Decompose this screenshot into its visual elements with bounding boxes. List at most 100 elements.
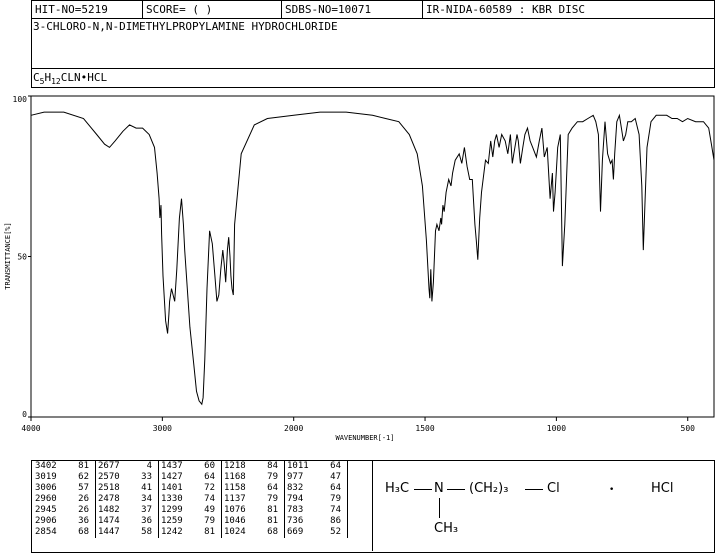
peak-transmittance: 33 bbox=[126, 472, 159, 483]
peak-transmittance: 84 bbox=[252, 461, 285, 472]
peak-transmittance: 74 bbox=[189, 494, 222, 505]
spectrum-line bbox=[30, 111, 715, 406]
x-tick-label: 2000 bbox=[284, 424, 303, 433]
table-row: 2906 36 1474 36 1259 79 1046 81 736 86 bbox=[33, 516, 348, 527]
peak-transmittance: 62 bbox=[63, 472, 96, 483]
peak-transmittance: 81 bbox=[252, 505, 285, 516]
peak-transmittance: 79 bbox=[252, 472, 285, 483]
peak-wavenumber: 1137 bbox=[224, 494, 246, 504]
ir-spectrum-chart: 100500 4000 3000 2000 1500 1000 500 TRANSMITT… bbox=[4, 95, 715, 442]
table-row: 2945 26 1482 37 1299 49 1076 81 783 74 bbox=[33, 505, 348, 516]
peak-wavenumber: 669 bbox=[287, 527, 304, 537]
peak-transmittance: 26 bbox=[63, 505, 96, 516]
y-axis-label: TRANSMITTANCE[%] bbox=[4, 222, 12, 289]
peak-wavenumber: 1046 bbox=[224, 516, 246, 526]
x-axis-label: WAVENUMBER[-1] bbox=[335, 434, 394, 442]
peak-wavenumber: 1447 bbox=[98, 527, 120, 537]
peak-wavenumber: 2906 bbox=[35, 516, 57, 526]
peak-transmittance: 60 bbox=[189, 461, 222, 472]
peak-wavenumber: 2518 bbox=[98, 483, 120, 493]
bond bbox=[439, 498, 440, 518]
peak-transmittance: 52 bbox=[315, 527, 348, 538]
peak-transmittance: 47 bbox=[315, 472, 348, 483]
peak-transmittance: 64 bbox=[252, 483, 285, 494]
peak-wavenumber: 1218 bbox=[224, 461, 246, 471]
table-row: 2960 26 2478 34 1330 74 1137 79 794 79 bbox=[33, 494, 348, 505]
peak-transmittance: 26 bbox=[63, 494, 96, 505]
nitrogen-atom: N bbox=[434, 481, 444, 496]
peak-wavenumber: 2854 bbox=[35, 527, 57, 537]
peak-transmittance: 64 bbox=[315, 483, 348, 494]
peak-wavenumber: 1076 bbox=[224, 505, 246, 515]
peak-wavenumber: 783 bbox=[287, 505, 304, 515]
peak-transmittance: 74 bbox=[315, 505, 348, 516]
bond bbox=[447, 489, 465, 490]
peak-transmittance: 68 bbox=[63, 527, 96, 538]
bond bbox=[525, 489, 543, 490]
peak-transmittance: 79 bbox=[252, 494, 285, 505]
peak-wavenumber: 794 bbox=[287, 494, 304, 504]
peak-wavenumber: 1024 bbox=[224, 527, 246, 537]
peak-wavenumber: 1168 bbox=[224, 472, 246, 482]
peak-wavenumber: 2960 bbox=[35, 494, 57, 504]
methyl-group: H₃C bbox=[385, 481, 410, 496]
peak-wavenumber: 1330 bbox=[161, 494, 183, 504]
peak-transmittance: 57 bbox=[63, 483, 96, 494]
peak-wavenumber: 1011 bbox=[287, 461, 309, 471]
peak-transmittance: 81 bbox=[189, 527, 222, 538]
peak-wavenumber: 1482 bbox=[98, 505, 120, 515]
table-row: 3019 62 2570 33 1427 64 1168 79 977 47 bbox=[33, 472, 348, 483]
peak-transmittance: 81 bbox=[252, 516, 285, 527]
peak-transmittance: 58 bbox=[126, 527, 159, 538]
table-row: 3402 81 2677 4 1437 60 1218 84 1011 64 bbox=[33, 461, 348, 472]
peak-wavenumber: 832 bbox=[287, 483, 304, 493]
peak-wavenumber: 3019 bbox=[35, 472, 57, 482]
peak-transmittance: 36 bbox=[126, 516, 159, 527]
peak-transmittance: 81 bbox=[63, 461, 96, 472]
peak-wavenumber: 2945 bbox=[35, 505, 57, 515]
peak-wavenumber: 736 bbox=[287, 516, 304, 526]
x-tick-label: 1500 bbox=[415, 424, 434, 433]
peak-transmittance: 37 bbox=[126, 505, 159, 516]
structure-drawing: H₃C N (CH₂)₃ Cl • HCl CH₃ bbox=[372, 461, 715, 551]
y-tick-label: 50 bbox=[17, 253, 27, 262]
peak-transmittance: 36 bbox=[63, 516, 96, 527]
peak-wavenumber: 1259 bbox=[161, 516, 183, 526]
peak-transmittance: 34 bbox=[126, 494, 159, 505]
n-methyl-group: CH₃ bbox=[434, 521, 459, 536]
peak-transmittance: 72 bbox=[189, 483, 222, 494]
peak-transmittance: 68 bbox=[252, 527, 285, 538]
peak-transmittance: 79 bbox=[315, 494, 348, 505]
peak-wavenumber: 1299 bbox=[161, 505, 183, 515]
peak-transmittance: 41 bbox=[126, 483, 159, 494]
x-tick-label: 500 bbox=[681, 424, 696, 433]
chlorine-atom: Cl bbox=[547, 481, 560, 496]
x-tick-label: 1000 bbox=[547, 424, 566, 433]
peak-table: 3402 81 2677 4 1437 60 1218 84 1011 64 3019 62 2570 3… bbox=[33, 461, 348, 538]
peak-transmittance: 64 bbox=[315, 461, 348, 472]
peak-wavenumber: 3402 bbox=[35, 461, 57, 471]
bond bbox=[414, 489, 432, 490]
peak-wavenumber: 2570 bbox=[98, 472, 120, 482]
peak-wavenumber: 977 bbox=[287, 472, 304, 482]
peak-wavenumber: 2478 bbox=[98, 494, 120, 504]
y-tick-label: 0 bbox=[22, 410, 27, 419]
peak-wavenumber: 1242 bbox=[161, 527, 183, 537]
hydrochloride-label: HCl bbox=[651, 481, 674, 496]
x-tick-label: 4000 bbox=[21, 424, 40, 433]
y-tick-label: 100 bbox=[13, 95, 28, 104]
peak-wavenumber: 1401 bbox=[161, 483, 183, 493]
peak-wavenumber: 1158 bbox=[224, 483, 246, 493]
peak-wavenumber: 1474 bbox=[98, 516, 120, 526]
table-row: 3006 57 2518 41 1401 72 1158 64 832 64 bbox=[33, 483, 348, 494]
peak-wavenumber: 2677 bbox=[98, 461, 120, 471]
table-row: 2854 68 1447 58 1242 81 1024 68 669 52 bbox=[33, 527, 348, 538]
peak-wavenumber: 1437 bbox=[161, 461, 183, 471]
plot-frame bbox=[30, 95, 715, 418]
peak-wavenumber: 1427 bbox=[161, 472, 183, 482]
peak-transmittance: 49 bbox=[189, 505, 222, 516]
peak-transmittance: 86 bbox=[315, 516, 348, 527]
peak-transmittance: 4 bbox=[126, 461, 159, 472]
propylene-chain: (CH₂)₃ bbox=[469, 481, 509, 496]
y-axis: 100 50 0 bbox=[13, 95, 31, 419]
